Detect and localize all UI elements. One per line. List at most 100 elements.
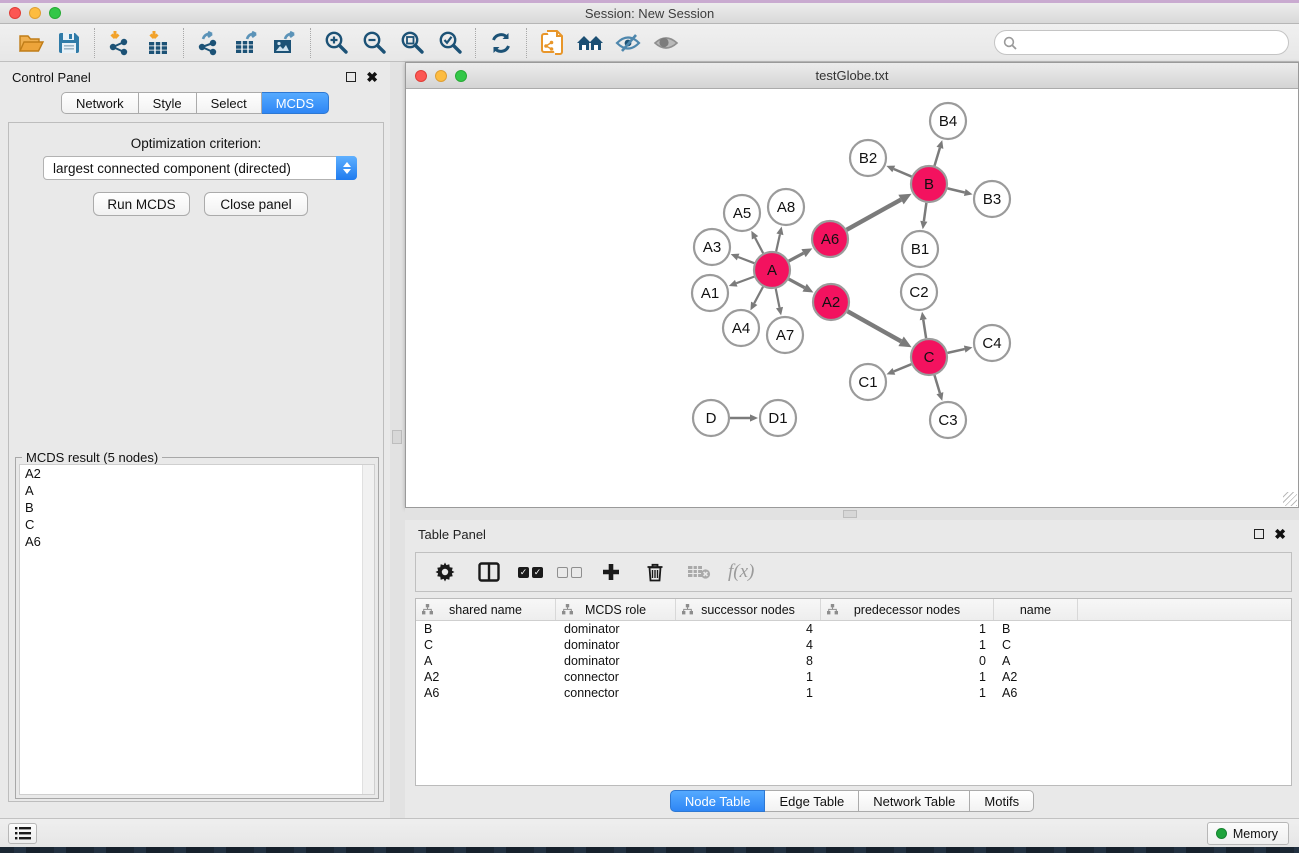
table-cell[interactable]: 1 xyxy=(821,670,994,684)
graph-edge-A-A1[interactable] xyxy=(736,277,754,284)
table-cell[interactable]: A2 xyxy=(416,670,556,684)
column-header-successor-nodes[interactable]: successor nodes xyxy=(676,599,821,620)
graph-node-A4[interactable]: A4 xyxy=(723,310,759,346)
table-cell[interactable]: 1 xyxy=(676,670,821,684)
tab-select[interactable]: Select xyxy=(197,92,262,114)
horizontal-splitter[interactable] xyxy=(405,508,1299,520)
clone-network-button[interactable] xyxy=(533,27,571,59)
tab-network-table[interactable]: Network Table xyxy=(859,790,970,812)
graph-edge-A-A5[interactable] xyxy=(755,238,763,253)
table-cell[interactable]: 0 xyxy=(821,654,994,668)
search-input[interactable] xyxy=(1022,33,1288,53)
table-cell[interactable]: 4 xyxy=(676,638,821,652)
graph-edge-B-B4[interactable] xyxy=(934,148,939,166)
close-panel-icon[interactable]: ✖ xyxy=(366,72,378,82)
table-cell[interactable]: 1 xyxy=(821,686,994,700)
graph-node-C[interactable]: C xyxy=(911,339,947,375)
tab-network[interactable]: Network xyxy=(61,92,139,114)
export-network-button[interactable] xyxy=(190,27,228,59)
optimization-criterion-select[interactable]: largest connected component (directed) xyxy=(43,156,357,180)
table-options-button[interactable] xyxy=(430,557,460,587)
vertical-splitter[interactable] xyxy=(390,62,405,818)
graph-node-D1[interactable]: D1 xyxy=(760,400,796,436)
graph-node-C3[interactable]: C3 xyxy=(930,402,966,438)
export-image-button[interactable] xyxy=(266,27,304,59)
table-cell[interactable]: dominator xyxy=(556,654,676,668)
table-row[interactable]: Adominator80A xyxy=(416,653,1291,669)
result-item[interactable]: C xyxy=(20,516,374,533)
table-row[interactable]: Cdominator41C xyxy=(416,637,1291,653)
table-cell[interactable]: C xyxy=(994,638,1078,652)
tab-style[interactable]: Style xyxy=(139,92,197,114)
graph-node-B4[interactable]: B4 xyxy=(930,103,966,139)
float-panel-icon[interactable] xyxy=(1254,529,1264,539)
table-cell[interactable]: 8 xyxy=(676,654,821,668)
table-cell[interactable]: 1 xyxy=(676,686,821,700)
mcds-result-list[interactable]: A2ABCA6 xyxy=(19,464,375,795)
graph-edge-C-C3[interactable] xyxy=(934,375,939,393)
table-cell[interactable]: 1 xyxy=(821,622,994,636)
result-item[interactable]: A2 xyxy=(20,465,374,482)
save-session-button[interactable] xyxy=(50,27,88,59)
graph-edge-B-B2[interactable] xyxy=(894,169,912,177)
table-cell[interactable]: 4 xyxy=(676,622,821,636)
splitter-handle[interactable] xyxy=(392,430,402,444)
result-item[interactable]: B xyxy=(20,499,374,516)
table-cell[interactable]: A xyxy=(416,654,556,668)
show-column-panel-button[interactable] xyxy=(474,557,504,587)
open-session-button[interactable] xyxy=(12,27,50,59)
hide-selected-button[interactable] xyxy=(609,27,647,59)
column-header-name[interactable]: name xyxy=(994,599,1078,620)
show-hidden-button[interactable] xyxy=(647,27,685,59)
graph-edge-B-B3[interactable] xyxy=(947,188,964,192)
function-builder-button[interactable]: f(x) xyxy=(728,561,754,583)
graph-edge-A-A7[interactable] xyxy=(776,289,780,308)
import-table-button[interactable] xyxy=(139,27,177,59)
splitter-handle[interactable] xyxy=(843,510,857,518)
zoom-in-button[interactable] xyxy=(317,27,355,59)
network-graph[interactable]: B4B2BB3A5A8A6A3B1AA1C2A2A4A7C4CC1C3DD1 xyxy=(406,89,1298,507)
table-cell[interactable]: connector xyxy=(556,686,676,700)
task-history-button[interactable] xyxy=(8,823,37,844)
graph-edge-A-A3[interactable] xyxy=(738,257,754,263)
graph-edge-B-B1[interactable] xyxy=(924,203,927,221)
graph-node-A7[interactable]: A7 xyxy=(767,317,803,353)
select-all-columns-button[interactable]: ✓ ✓ xyxy=(518,567,543,578)
delete-table-button[interactable] xyxy=(684,557,714,587)
memory-button[interactable]: Memory xyxy=(1207,822,1289,845)
graph-node-A6[interactable]: A6 xyxy=(812,221,848,257)
table-cell[interactable]: B xyxy=(994,622,1078,636)
graph-node-A5[interactable]: A5 xyxy=(724,195,760,231)
close-panel-icon[interactable]: ✖ xyxy=(1274,529,1286,539)
table-row[interactable]: A6connector11A6 xyxy=(416,685,1291,701)
table-cell[interactable]: B xyxy=(416,622,556,636)
export-table-button[interactable] xyxy=(228,27,266,59)
tab-edge-table[interactable]: Edge Table xyxy=(765,790,859,812)
graph-node-B2[interactable]: B2 xyxy=(850,140,886,176)
zoom-selected-button[interactable] xyxy=(431,27,469,59)
run-mcds-button[interactable]: Run MCDS xyxy=(93,192,190,216)
deselect-all-columns-button[interactable] xyxy=(557,567,582,578)
graph-node-C1[interactable]: C1 xyxy=(850,364,886,400)
column-header-predecessor-nodes[interactable]: predecessor nodes xyxy=(821,599,994,620)
graph-node-B1[interactable]: B1 xyxy=(902,231,938,267)
table-cell[interactable]: A6 xyxy=(416,686,556,700)
float-panel-icon[interactable] xyxy=(346,72,356,82)
table-cell[interactable]: 1 xyxy=(821,638,994,652)
graph-edge-C-C2[interactable] xyxy=(923,320,926,339)
table-cell[interactable]: dominator xyxy=(556,638,676,652)
import-network-button[interactable] xyxy=(101,27,139,59)
graph-node-B3[interactable]: B3 xyxy=(974,181,1010,217)
result-item[interactable]: A xyxy=(20,482,374,499)
delete-column-button[interactable] xyxy=(640,557,670,587)
graph-edge-A-A4[interactable] xyxy=(754,287,763,304)
graph-node-A[interactable]: A xyxy=(754,252,790,288)
zoom-out-button[interactable] xyxy=(355,27,393,59)
create-column-button[interactable] xyxy=(596,557,626,587)
graph-node-C4[interactable]: C4 xyxy=(974,325,1010,361)
graph-edge-C-C4[interactable] xyxy=(948,349,965,353)
table-cell[interactable]: A xyxy=(994,654,1078,668)
refresh-view-button[interactable] xyxy=(482,27,520,59)
graph-edge-A-A8[interactable] xyxy=(776,234,780,251)
home-layout-button[interactable] xyxy=(571,27,609,59)
